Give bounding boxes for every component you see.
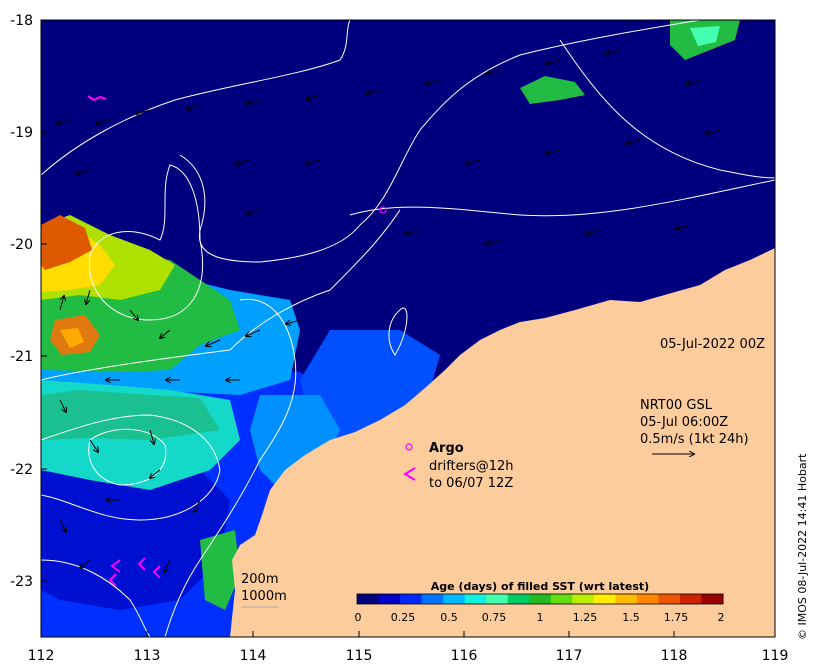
drifter-label-line1: drifters@12h [429, 459, 514, 474]
y-tick-label: -20 [10, 237, 33, 253]
argo-label: Argo [429, 441, 464, 456]
colorbar-swatch [679, 594, 702, 604]
x-tick-label: 113 [134, 648, 161, 664]
colorbar-swatch [636, 594, 659, 604]
colorbar-tick-label: 0.5 [440, 611, 458, 624]
colorbar-swatch [486, 594, 509, 604]
colorbar-swatch [507, 594, 530, 604]
colorbar-tick-label: 0.25 [391, 611, 416, 624]
colorbar-title: Age (days) of filled SST (wrt latest) [431, 580, 649, 593]
colorbar-swatch [400, 594, 423, 604]
colorbar-swatch [443, 594, 466, 604]
colorbar-swatch [357, 594, 380, 604]
y-tick-label: -21 [10, 349, 33, 365]
colorbar-tick-label: 0.75 [482, 611, 507, 624]
y-tick-label: -23 [10, 574, 33, 590]
date-label: 05-Jul-2022 00Z [660, 337, 765, 352]
colorbar-tick-label: 2 [718, 611, 725, 624]
drifter-label-line2: to 06/07 12Z [429, 476, 513, 491]
colorbar-swatch [572, 594, 595, 604]
y-tick-label: -22 [10, 462, 33, 478]
x-tick-label: 115 [346, 648, 373, 664]
colorbar-tick-label: 0 [355, 611, 362, 624]
colorbar-tick-label: 1.5 [622, 611, 640, 624]
x-tick-label: 117 [556, 648, 583, 664]
depth-200-label: 200m [241, 572, 278, 587]
colorbar-tick-label: 1.75 [664, 611, 689, 624]
y-tick-label: -18 [10, 13, 33, 29]
x-tick-label: 112 [28, 648, 55, 664]
colorbar-tick-label: 1.25 [573, 611, 598, 624]
x-tick-label: 116 [451, 648, 478, 664]
colorbar-swatch [550, 594, 573, 604]
legend-scale-speed: 0.5m/s (1kt 24h) [640, 432, 749, 447]
x-tick-label: 118 [661, 648, 688, 664]
colorbar-swatch [701, 594, 724, 604]
colorbar-swatch [529, 594, 552, 604]
x-tick-label: 119 [762, 648, 789, 664]
legend-model-name: NRT00 GSL [640, 398, 713, 413]
colorbar-swatch [658, 594, 681, 604]
map-plot-area [41, 20, 775, 637]
credit-text: © IMOS 08-Jul-2022 14:41 Hobart [796, 453, 809, 640]
colorbar-swatch [615, 594, 638, 604]
sst-age-map: 112 113 114 115 116 117 118 119 -18 -19 … [10, 13, 809, 664]
colorbar-swatch [421, 594, 444, 604]
colorbar-swatch [378, 594, 401, 604]
legend-analysis-time: 05-Jul 06:00Z [640, 415, 728, 430]
colorbar-swatch [464, 594, 487, 604]
colorbar-swatch [593, 594, 616, 604]
y-tick-label: -19 [10, 125, 33, 141]
x-tick-label: 114 [240, 648, 267, 664]
colorbar-tick-label: 1 [537, 611, 544, 624]
colorbar-swatches [357, 594, 724, 604]
depth-1000-label: 1000m [241, 589, 287, 604]
